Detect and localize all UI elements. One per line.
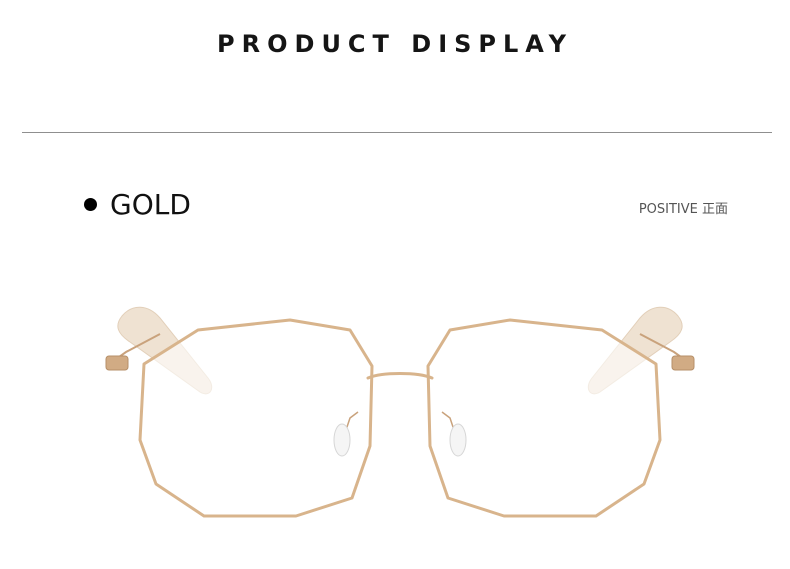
bridge: [366, 372, 434, 380]
product-image: [105, 306, 695, 518]
page-title: PRODUCT DISPLAY: [217, 30, 573, 58]
bullet-icon: [84, 198, 97, 211]
color-name: GOLD: [110, 188, 191, 221]
left-lens-rim: [138, 318, 374, 518]
divider: [22, 132, 772, 133]
color-label: GOLD: [84, 188, 191, 221]
right-lens-rim: [426, 318, 662, 518]
view-label: POSITIVE 正面: [638, 202, 728, 217]
